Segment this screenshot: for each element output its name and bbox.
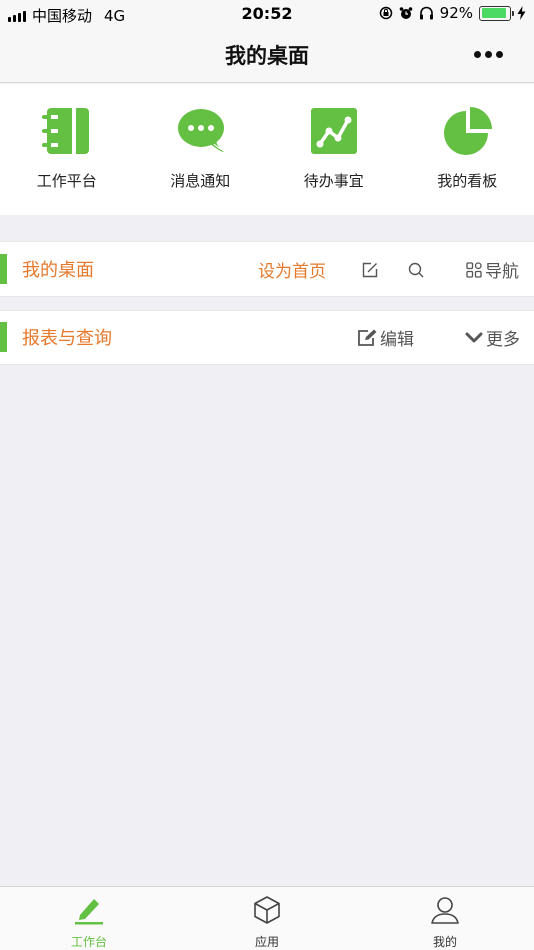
quick-action-messages[interactable]: 消息通知 [134,84,268,215]
section-accent-bar [0,254,7,284]
charging-icon [517,6,526,20]
tab-label: 工作台 [70,935,107,949]
battery-fill [481,8,507,18]
battery-icon [479,5,514,21]
trend-chart-icon [311,108,357,154]
tab-label: 应用 [254,935,279,949]
chat-bubble-icon [177,109,224,152]
tab-workbench[interactable]: 工作台 [0,887,178,950]
headphones-icon [419,6,433,20]
quick-action-label: 待办事宜 [303,172,364,190]
battery-percent: 92% [439,4,473,22]
rotation-lock-icon [379,6,392,20]
quick-action-label: 消息通知 [170,172,231,190]
edit-square-icon[interactable] [362,262,378,278]
more-toggle[interactable]: 更多 [465,325,520,350]
status-right: 92% [379,4,526,22]
tab-mine[interactable]: 我的 [356,887,534,950]
alarm-icon [399,7,412,19]
section-title: 报表与查询 [22,328,112,349]
quick-action-label: 我的看板 [437,172,498,190]
quick-action-todo[interactable]: 待办事宜 [267,84,401,215]
report-section: 报表与查询 编辑 更多 [0,310,534,365]
edit-icon [358,329,377,346]
person-icon [431,897,459,924]
notebook-icon [42,108,89,154]
set-home-button[interactable]: 设为首页 [258,257,326,282]
section-accent-bar [0,322,7,352]
quick-action-work-platform[interactable]: 工作平台 [0,84,134,215]
section-title: 我的桌面 [22,260,94,281]
search-icon[interactable] [408,262,424,278]
pie-chart-icon [443,107,492,155]
tab-label: 我的 [432,935,457,949]
grid-icon [466,261,482,278]
quick-action-dashboard[interactable]: 我的看板 [401,84,534,215]
chevron-down-icon [465,332,483,342]
cube-icon [254,896,280,924]
status-bar: 中国移动 4G 20:52 92% [0,0,534,28]
more-label: 更多 [486,330,520,350]
pencil-icon [75,899,103,925]
more-button[interactable] [470,42,506,66]
nav-header: 我的桌面 [0,28,534,83]
page-title: 我的桌面 [225,44,309,68]
quick-action-label: 工作平台 [36,172,97,190]
edit-button[interactable]: 编辑 [357,325,414,350]
tab-apps[interactable]: 应用 [178,887,356,950]
nav-label: 导航 [485,262,519,282]
desktop-section: 我的桌面 设为首页 导航 [0,241,534,297]
tab-bar: 工作台 应用 我的 [0,886,534,950]
quick-actions: 工作平台 消息通知 待办事宜 我的看板 [0,84,534,215]
edit-label: 编辑 [380,330,414,350]
nav-button[interactable]: 导航 [466,257,519,282]
ellipsis-icon [473,50,481,58]
